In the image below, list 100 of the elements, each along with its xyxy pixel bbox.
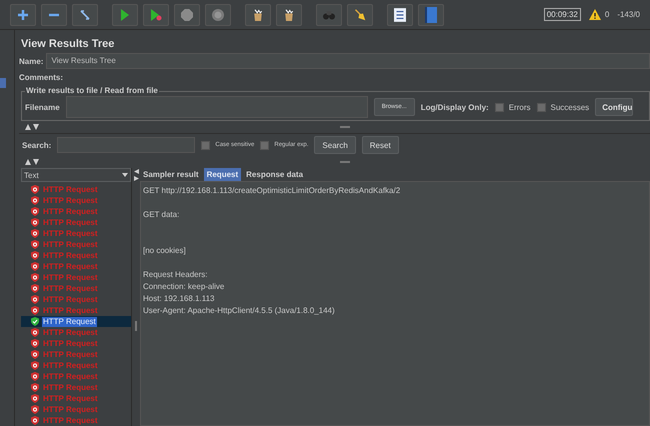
- tree-item[interactable]: HTTP Request: [21, 327, 131, 338]
- collapse-arrows-icon: [25, 124, 39, 130]
- shield-x-icon: [31, 306, 39, 315]
- tree-item[interactable]: HTTP Request: [21, 393, 131, 404]
- warning-count: 0: [604, 10, 610, 19]
- tree-item[interactable]: HTTP Request: [21, 239, 131, 250]
- checkbox[interactable]: [201, 140, 210, 150]
- circle-icon: [212, 8, 224, 22]
- shield-x-icon: [31, 372, 39, 381]
- toolbar-button[interactable]: [143, 4, 169, 26]
- minus-icon: [48, 12, 60, 16]
- group-title: Write results to file / Read from file: [25, 86, 159, 95]
- shield-check-icon: [31, 317, 39, 326]
- warning-icon: [588, 9, 601, 20]
- tab[interactable]: Sampler result: [140, 168, 202, 181]
- toolbar-button[interactable]: [10, 4, 36, 26]
- shield-x-icon: [31, 328, 39, 337]
- collapse-arrows-icon: [25, 159, 39, 165]
- request-line: GET http://192.168.1.113/createOptimisticLimitOrderByRedisAndKafka/2: [143, 185, 402, 197]
- shield-x-icon: [31, 295, 39, 304]
- shield-x-icon: [31, 405, 39, 414]
- tree-item[interactable]: HTTP Request: [21, 206, 131, 217]
- reset-button[interactable]: Reset: [362, 136, 399, 154]
- tree-item[interactable]: HTTP Request: [21, 316, 131, 327]
- shield-x-icon: [31, 416, 39, 425]
- tree-item[interactable]: HTTP Request: [21, 404, 131, 415]
- toolbar-button[interactable]: [276, 4, 302, 26]
- shield-x-icon: [31, 218, 39, 227]
- binoculars-icon: [323, 8, 335, 20]
- bag-icon: [283, 6, 295, 22]
- tree-item[interactable]: HTTP Request: [21, 195, 131, 206]
- request-line: [no cookies]: [143, 245, 187, 257]
- tree-item[interactable]: HTTP Request: [21, 305, 131, 316]
- tree-item[interactable]: HTTP Request: [21, 360, 131, 371]
- checkbox-label: Errors: [508, 102, 530, 112]
- renderer-dropdown[interactable]: Text: [21, 168, 131, 182]
- request-line: User-Agent: Apache-HttpClient/4.5.5 (Java/1.8.0_144): [143, 305, 336, 317]
- shield-x-icon: [31, 361, 39, 370]
- broom-icon: [354, 6, 366, 22]
- shield-x-icon: [31, 207, 39, 216]
- request-line: GET data:: [143, 209, 180, 221]
- tree-item[interactable]: HTTP Request: [21, 338, 131, 349]
- checkbox[interactable]: [494, 102, 504, 112]
- tree-item[interactable]: HTTP Request: [21, 217, 131, 228]
- list-icon: [394, 6, 406, 22]
- tree-item[interactable]: HTTP Request: [21, 371, 131, 382]
- shield-x-icon: [31, 394, 39, 403]
- tab[interactable]: Request: [204, 168, 242, 181]
- collapse-arrows-icon: [134, 169, 138, 181]
- tree-item[interactable]: HTTP Request: [21, 294, 131, 305]
- plus-icon: [17, 8, 29, 20]
- request-line: Request Headers:: [143, 269, 208, 281]
- shield-x-icon: [31, 251, 39, 260]
- field-label: Comments:: [19, 72, 64, 82]
- tab[interactable]: Response data: [243, 168, 306, 181]
- toolbar-button[interactable]: [387, 4, 413, 26]
- shield-x-icon: [31, 240, 39, 249]
- shield-x-icon: [31, 196, 39, 205]
- toolbar-button[interactable]: [347, 4, 373, 26]
- shield-x-icon: [31, 185, 39, 194]
- play-icon: [120, 8, 130, 20]
- shield-x-icon: [31, 339, 39, 348]
- shield-x-icon: [31, 229, 39, 238]
- search-field[interactable]: [57, 137, 196, 153]
- stop-icon: [181, 6, 193, 22]
- shield-x-icon: [31, 383, 39, 392]
- checkbox[interactable]: [536, 102, 546, 112]
- tree-marker: [0, 78, 6, 88]
- configure-button[interactable]: Configu: [595, 98, 634, 116]
- filename-field[interactable]: [66, 96, 368, 118]
- log-display-label: Log/Display Only:: [420, 102, 489, 112]
- book-icon: [425, 6, 437, 22]
- tree-item[interactable]: HTTP Request: [21, 415, 131, 426]
- search-button[interactable]: Search: [314, 136, 356, 154]
- tree-item[interactable]: HTTP Request: [21, 382, 131, 393]
- tree-item[interactable]: HTTP Request: [21, 261, 131, 272]
- checkbox-label: Successes: [550, 102, 590, 112]
- checkbox[interactable]: [260, 140, 270, 150]
- thread-count: -143/0: [617, 10, 640, 19]
- tree-item[interactable]: HTTP Request: [21, 349, 131, 360]
- shield-x-icon: [31, 350, 39, 359]
- toolbar-button[interactable]: [112, 4, 138, 26]
- bag-icon: [252, 6, 264, 22]
- dropdown-arrow-icon: [122, 173, 128, 177]
- tree-item[interactable]: HTTP Request: [21, 228, 131, 239]
- panel-title: View Results Tree: [20, 37, 116, 52]
- shield-x-icon: [31, 284, 39, 293]
- tree-item[interactable]: HTTP Request: [21, 283, 131, 294]
- tree-item[interactable]: HTTP Request: [21, 184, 131, 195]
- elapsed-time: 00:09:32: [544, 8, 581, 21]
- toolbar-button[interactable]: [41, 4, 67, 26]
- field-label: Search:: [22, 140, 52, 150]
- shield-x-icon: [31, 262, 39, 271]
- request-line: Host: 192.168.1.113: [143, 293, 216, 305]
- toolbar-button[interactable]: [72, 4, 98, 26]
- tree-item[interactable]: HTTP Request: [21, 250, 131, 261]
- tree-item[interactable]: HTTP Request: [21, 272, 131, 283]
- toolbar-button[interactable]: [245, 4, 271, 26]
- request-line: Connection: keep-alive: [143, 281, 226, 293]
- name-field[interactable]: View Results Tree: [46, 53, 650, 69]
